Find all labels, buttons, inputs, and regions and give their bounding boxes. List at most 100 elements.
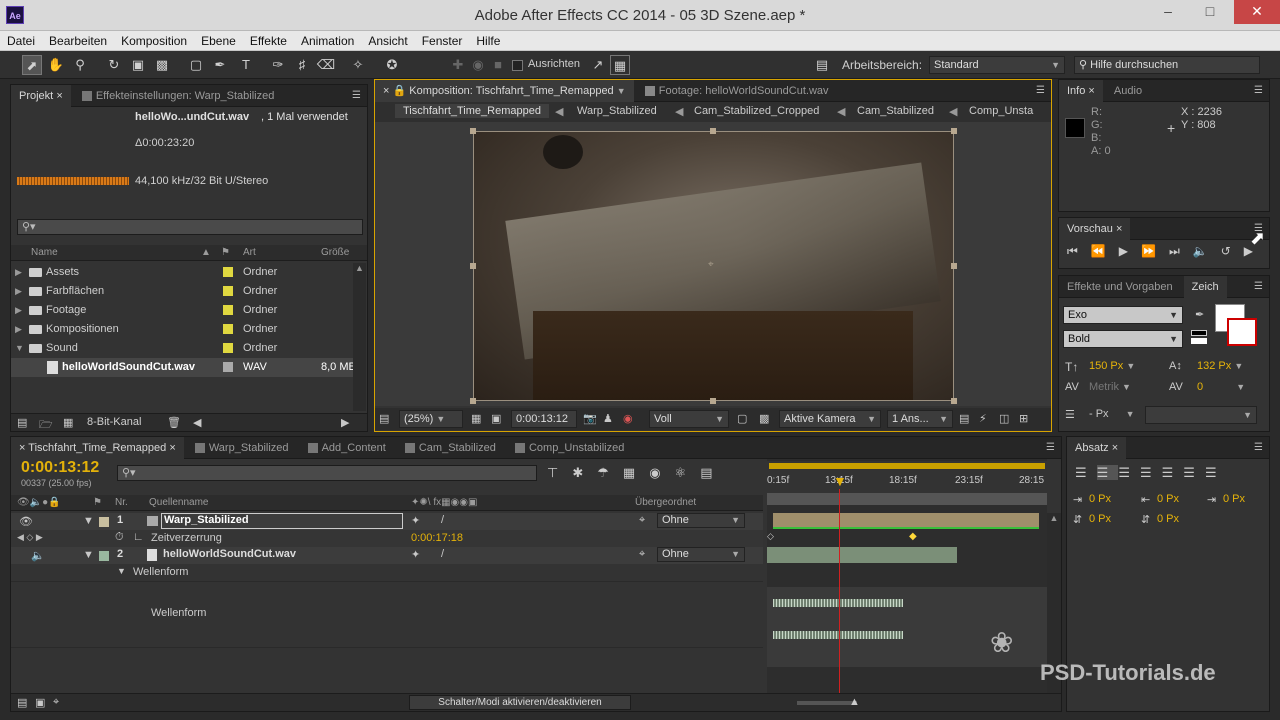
black-swatch[interactable]: [1191, 330, 1207, 336]
project-search-input[interactable]: ⚲▾: [17, 219, 363, 235]
justify-right-icon[interactable]: ☰: [1183, 465, 1205, 480]
playhead-icon[interactable]: ▼: [833, 473, 847, 489]
leading-field[interactable]: 132 Px ▼: [1197, 360, 1243, 372]
tab-audio[interactable]: Audio: [1106, 80, 1150, 102]
indent-right-value[interactable]: 0 Px: [1157, 493, 1179, 505]
justify-left-icon[interactable]: ☰: [1140, 465, 1162, 480]
last-frame-icon[interactable]: ⏭: [1169, 244, 1193, 258]
timeline-icon[interactable]: ◫: [999, 412, 1009, 425]
zoom-in-icon[interactable]: ▲: [849, 696, 860, 708]
transform-handle[interactable]: [470, 398, 476, 404]
font-style-dropdown[interactable]: Bold ▼: [1063, 330, 1183, 348]
panel-menu-icon[interactable]: ☰: [1254, 442, 1263, 453]
scroll-right-icon[interactable]: ▶: [341, 416, 349, 429]
col-type[interactable]: Art: [243, 245, 256, 261]
scroll-up-icon[interactable]: ▲: [1047, 513, 1061, 523]
expand-time-stretch-icon[interactable]: ⌖: [53, 696, 59, 709]
work-area-bar[interactable]: [769, 463, 1045, 469]
breadcrumb-item[interactable]: Cam_Stabilized: [857, 105, 934, 117]
snap-feature-icon[interactable]: ▦: [610, 55, 630, 75]
new-comp-icon[interactable]: ▦: [63, 416, 73, 429]
new-folder-icon[interactable]: 🗁: [39, 416, 53, 435]
snap-checkbox[interactable]: [512, 60, 523, 71]
align-right-icon[interactable]: ☰: [1118, 465, 1140, 480]
breadcrumb-item[interactable]: Tischfahrt_Time_Remapped: [395, 104, 549, 118]
navigator-bar[interactable]: [767, 493, 1047, 505]
font-family-dropdown[interactable]: Exo ▼: [1063, 306, 1183, 324]
label-swatch[interactable]: [99, 551, 109, 561]
expand-transfer-controls-icon[interactable]: ▣: [35, 696, 45, 709]
zoom-tool-icon[interactable]: ⚲: [70, 55, 90, 75]
menu-hilfe[interactable]: Hilfe: [469, 31, 507, 51]
graph-icon[interactable]: ∟: [133, 531, 144, 543]
eyedropper-icon[interactable]: ✒: [1195, 308, 1204, 321]
list-item[interactable]: ▶ Footage Ordner: [11, 301, 353, 320]
menu-fenster[interactable]: Fenster: [415, 31, 470, 51]
snapshot-icon[interactable]: 📷: [583, 412, 597, 425]
keyframe-nav-icon[interactable]: ◀ ◇ ▶: [17, 532, 43, 543]
always-preview-icon[interactable]: ▤: [379, 412, 389, 425]
minimize-button[interactable]: –: [1148, 0, 1188, 24]
expand-icon[interactable]: ▶: [15, 282, 29, 301]
panel-menu-icon[interactable]: ☰: [1046, 442, 1055, 453]
pickwhip-icon[interactable]: ⌖: [639, 514, 645, 527]
brainstorm-icon[interactable]: ⚛: [675, 465, 701, 480]
align-left-icon[interactable]: ☰: [1075, 465, 1097, 480]
quality-switch-icon[interactable]: /: [441, 548, 444, 560]
roto-brush-tool-icon[interactable]: ✧: [348, 55, 368, 75]
col-name[interactable]: Name: [31, 245, 58, 261]
brush-tool-icon[interactable]: ✑: [268, 55, 288, 75]
keyframe-icon[interactable]: ◆: [909, 531, 917, 542]
eraser-tool-icon[interactable]: ⌫: [316, 55, 336, 75]
list-item[interactable]: ▶ Farbflächen Ordner: [11, 282, 353, 301]
label-swatch[interactable]: [223, 324, 233, 334]
project-scrollbar[interactable]: ▲: [353, 263, 366, 411]
next-frame-icon[interactable]: ⏩: [1141, 244, 1169, 258]
comp-viewer[interactable]: ⌖: [375, 122, 1051, 406]
close-icon[interactable]: ×: [56, 90, 62, 102]
label-swatch[interactable]: [223, 267, 233, 277]
collapse-switch-icon[interactable]: ✦: [411, 548, 420, 561]
transform-handle[interactable]: [710, 128, 716, 134]
scroll-left-icon[interactable]: ◀: [193, 416, 201, 429]
space-before-value[interactable]: 0 Px: [1089, 513, 1111, 525]
rotate-tool-icon[interactable]: ↻: [104, 55, 124, 75]
current-time-display[interactable]: 0:00:13:12: [21, 459, 99, 477]
indent-left-value[interactable]: 0 Px: [1089, 493, 1111, 505]
tab-effect-controls[interactable]: Effekteinstellungen: Warp_Stabilized: [74, 85, 283, 107]
list-item[interactable]: ▶ Kompositionen Ordner: [11, 320, 353, 339]
region-of-interest-icon[interactable]: ▢: [737, 412, 747, 425]
graph-editor-icon[interactable]: ▤: [700, 465, 726, 480]
close-button[interactable]: ✕: [1234, 0, 1280, 24]
current-time-field[interactable]: 0:00:13:12: [511, 410, 577, 428]
mask-visibility-icon[interactable]: ▣: [491, 412, 501, 425]
motion-blur-icon[interactable]: ◉: [649, 465, 674, 480]
zoom-slider[interactable]: [797, 701, 857, 705]
help-search-input[interactable]: ⚲ Hilfe durchsuchen: [1074, 56, 1260, 74]
flowchart-icon[interactable]: ⊞: [1019, 412, 1028, 425]
first-frame-icon[interactable]: ⏮: [1067, 244, 1091, 258]
parent-dropdown[interactable]: Ohne ▼: [657, 547, 745, 562]
collapse-icon[interactable]: ▼: [15, 339, 29, 358]
kerning-field[interactable]: Metrik ▼: [1089, 381, 1131, 393]
font-size-field[interactable]: 150 Px ▼: [1089, 360, 1135, 372]
current-time-indicator[interactable]: [839, 489, 840, 693]
menu-animation[interactable]: Animation: [294, 31, 361, 51]
transform-handle[interactable]: [951, 398, 957, 404]
align-center-icon[interactable]: ☰: [1096, 465, 1119, 480]
tab-composition[interactable]: × 🔒 Komposition: Tischfahrt_Time_Remappe…: [375, 80, 634, 102]
tab-preview[interactable]: Vorschau ×: [1059, 218, 1131, 240]
comp-mini-flowchart-icon[interactable]: ⊤: [547, 465, 572, 480]
eye-icon[interactable]: 👁: [19, 515, 33, 528]
snap-edge-icon[interactable]: ↗: [588, 55, 608, 75]
transform-handle[interactable]: [951, 128, 957, 134]
audio-icon[interactable]: 🔈: [1193, 244, 1221, 258]
breadcrumb-item[interactable]: Cam_Stabilized_Cropped: [694, 105, 819, 117]
panel-menu-icon[interactable]: ☰: [1036, 85, 1045, 96]
transform-handle[interactable]: [951, 263, 957, 269]
show-snapshot-icon[interactable]: ♟: [603, 412, 613, 425]
axis-local-icon[interactable]: ✚: [448, 55, 468, 75]
list-item[interactable]: ▼ Sound Ordner: [11, 339, 353, 358]
label-swatch[interactable]: [223, 362, 233, 372]
pan-behind-tool-icon[interactable]: ▩: [152, 55, 172, 75]
